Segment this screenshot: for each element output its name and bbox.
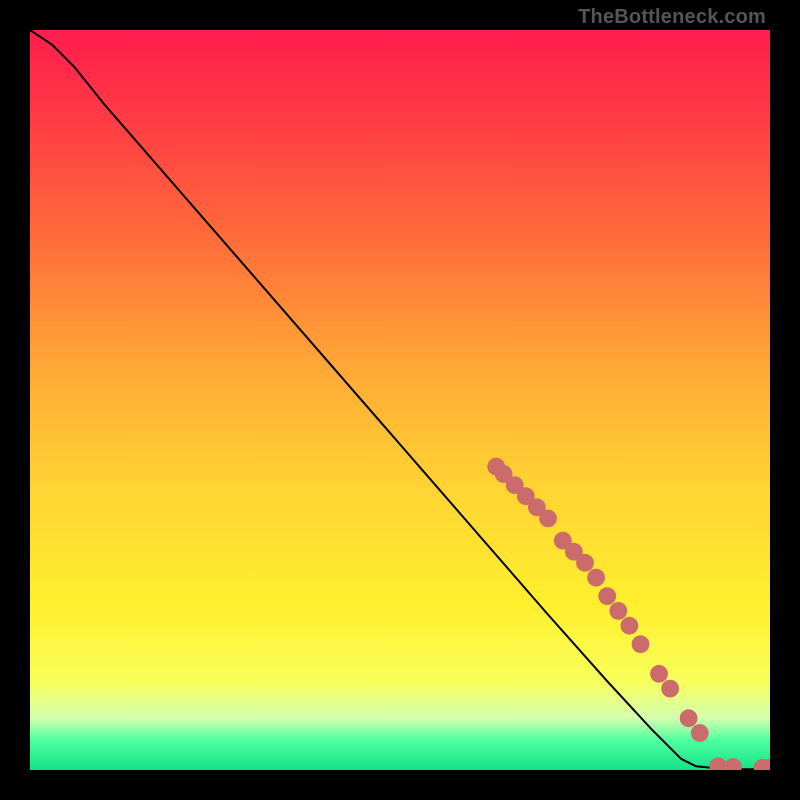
marker-dot — [621, 617, 639, 635]
curve-layer — [30, 30, 770, 770]
marker-dot — [661, 680, 679, 698]
marker-dot — [576, 554, 594, 572]
plot-area — [30, 30, 770, 770]
marker-dot — [539, 510, 557, 528]
marker-dot — [680, 709, 698, 727]
marker-dot — [528, 498, 546, 516]
marker-dot — [761, 759, 770, 770]
marker-dot — [709, 757, 727, 770]
marker-dot — [754, 759, 770, 770]
marker-dot — [598, 587, 616, 605]
marker-dot — [487, 458, 505, 476]
marker-group — [487, 458, 770, 770]
marker-dot — [724, 758, 742, 770]
marker-dot — [691, 724, 709, 742]
marker-dot — [554, 532, 572, 550]
marker-dot — [506, 476, 524, 494]
marker-dot — [517, 487, 535, 505]
chart-frame: TheBottleneck.com — [0, 0, 800, 800]
marker-dot — [609, 602, 627, 620]
marker-dot — [587, 569, 605, 587]
marker-dot — [565, 543, 583, 561]
marker-dot — [632, 635, 650, 653]
main-curve — [30, 30, 770, 769]
marker-dot — [495, 465, 513, 483]
marker-dot — [650, 665, 668, 683]
watermark-text: TheBottleneck.com — [578, 6, 766, 29]
